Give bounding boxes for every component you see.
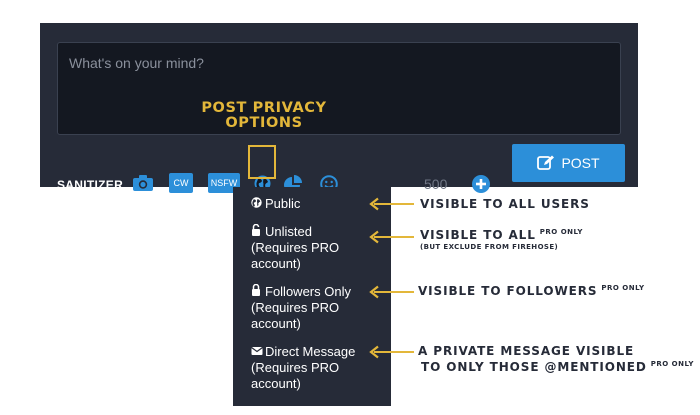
arrow-left-icon [369,285,414,299]
annotation-title-line: OPTIONS [225,115,303,131]
post-button-label: POST [561,155,600,171]
privacy-highlight-box [248,145,276,179]
camera-icon[interactable] [132,174,154,192]
privacy-option-followers[interactable]: Followers Only (Requires PRO account) [251,283,383,332]
envelope-icon [251,344,263,360]
privacy-option-public[interactable]: Public [251,196,383,212]
direct-description-line2: TO ONLY THOSE @MENTIONED PRO ONLY [421,360,694,374]
description-text: VISIBLE TO FOLLOWERS [418,284,598,298]
arrow-left-icon [369,345,414,359]
public-description: VISIBLE TO ALL USERS [420,197,590,211]
followers-description: VISIBLE TO FOLLOWERS PRO ONLY [418,284,645,298]
edit-icon [537,155,555,170]
pro-only-note: PRO ONLY [650,360,694,368]
sanitizer-toggle[interactable]: SANITIZER [57,178,123,192]
privacy-option-note: account) [251,256,301,271]
unlock-icon [251,223,263,240]
firehose-note: (BUT EXCLUDE FROM FIREHOSE) [420,243,559,251]
description-text: A PRIVATE MESSAGE VISIBLE [418,344,635,358]
post-composer: What's on your mind? SANITIZER CW NSFW 5… [40,23,638,193]
description-text: VISIBLE TO ALL USERS [420,197,590,211]
privacy-option-label: Direct Message [265,344,356,359]
description-text: VISIBLE TO ALL [420,228,536,242]
direct-description-line1: A PRIVATE MESSAGE VISIBLE [418,344,634,358]
privacy-option-note: account) [251,376,301,391]
annotation-title: POST PRIVACY OPTIONS [198,101,330,131]
privacy-option-note: (Requires PRO [251,360,340,375]
post-button[interactable]: POST [512,144,625,182]
privacy-option-note: (Requires PRO [251,240,340,255]
pro-only-note: PRO ONLY [601,284,645,292]
privacy-option-note: account) [251,316,301,331]
lock-icon [251,283,263,300]
description-text: TO ONLY THOSE @MENTIONED [421,360,647,374]
plus-circle-icon[interactable] [472,175,490,193]
privacy-option-note: (Requires PRO [251,300,340,315]
unlisted-description: VISIBLE TO ALL PRO ONLY (BUT EXCLUDE FROM… [420,228,583,251]
arrow-left-icon [369,197,414,211]
character-counter: 500 [424,176,448,192]
annotation-title-line: POST PRIVACY [201,100,327,116]
privacy-option-label: Followers Only [265,284,351,299]
privacy-option-unlisted[interactable]: Unlisted (Requires PRO account) [251,223,383,272]
privacy-option-label: Unlisted [265,224,312,239]
globe-icon [251,196,263,212]
post-text-input[interactable]: What's on your mind? [57,42,621,135]
arrow-left-icon [369,230,414,244]
pro-only-note: PRO ONLY [539,228,583,236]
privacy-option-label: Public [265,196,301,211]
privacy-option-direct[interactable]: Direct Message (Requires PRO account) [251,344,383,392]
content-warning-button[interactable]: CW [169,173,193,193]
